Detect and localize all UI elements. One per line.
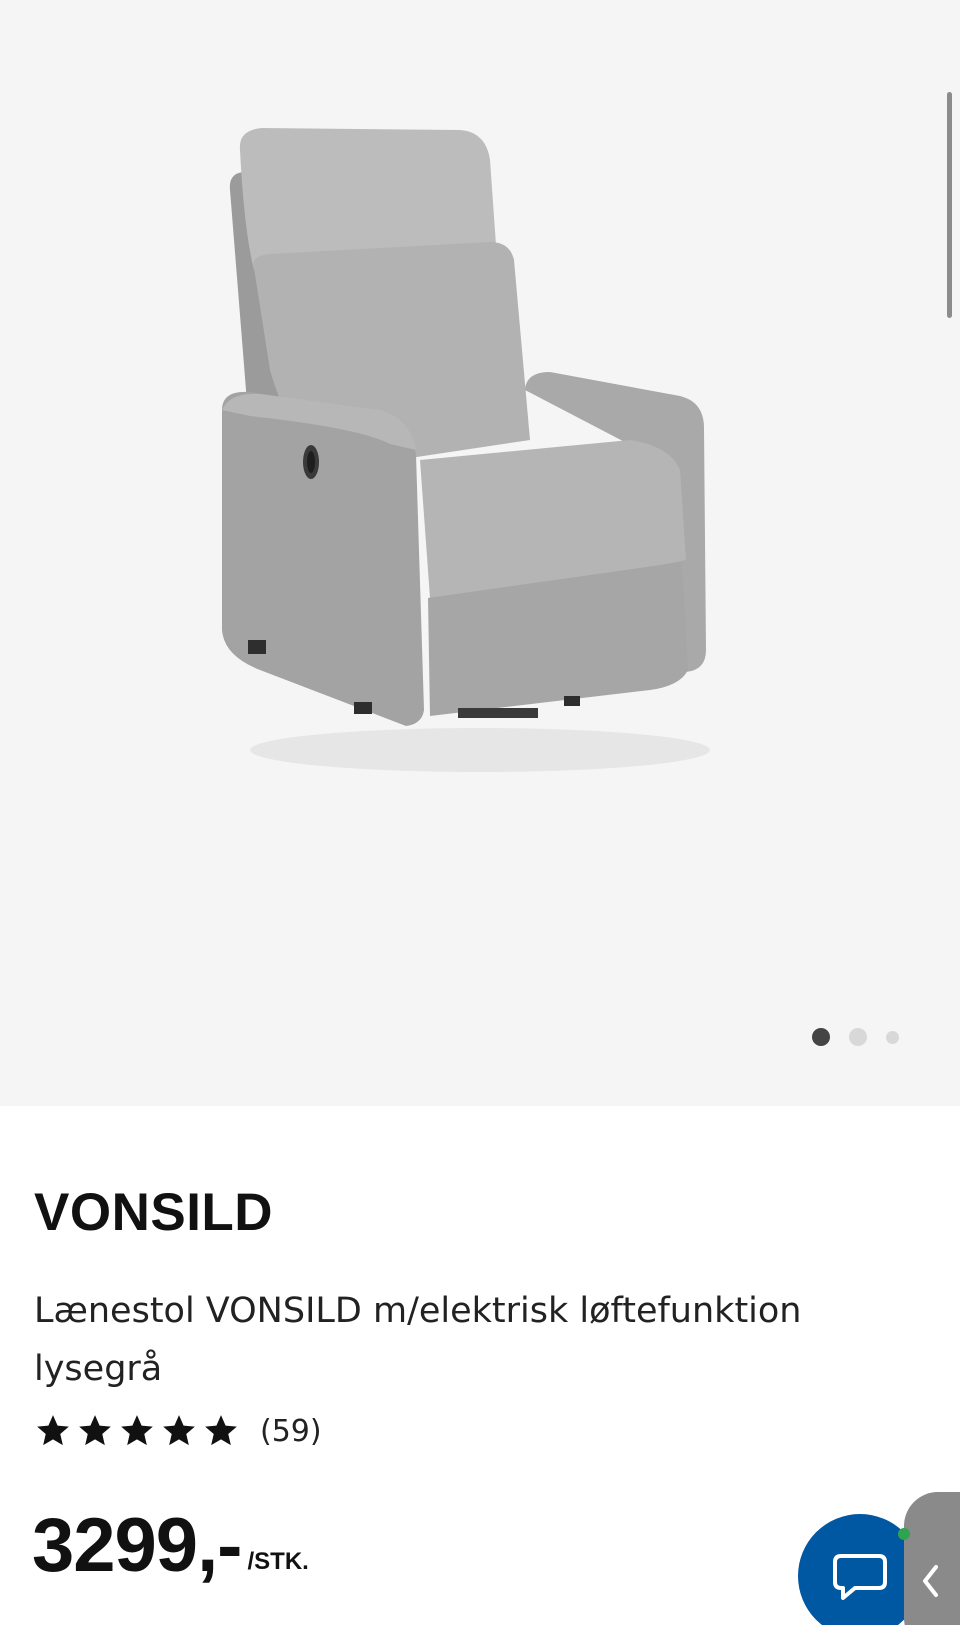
- product-gallery[interactable]: [0, 0, 960, 1106]
- product-rating[interactable]: (59): [34, 1412, 322, 1450]
- scrollbar[interactable]: [947, 92, 952, 318]
- carousel-dot-1[interactable]: [812, 1028, 830, 1046]
- carousel-dot-3[interactable]: [886, 1030, 899, 1044]
- star-icon: [79, 1415, 111, 1446]
- carousel-indicator: [812, 1028, 899, 1046]
- product-brand: VONSILD: [34, 1183, 274, 1242]
- price-unit: /STK.: [247, 1548, 309, 1575]
- product-description: Lænestol VONSILD m/elektrisk løftefunkti…: [34, 1291, 802, 1389]
- product-price: 3299,- /STK.: [32, 1508, 309, 1584]
- star-icon: [205, 1415, 237, 1446]
- online-status-dot: [898, 1528, 910, 1540]
- star-icon: [121, 1415, 153, 1446]
- star-icon: [163, 1415, 195, 1446]
- chevron-left-icon: [923, 1565, 938, 1597]
- star-icon: [37, 1415, 69, 1446]
- review-count[interactable]: (59): [260, 1414, 322, 1449]
- rating-stars: [34, 1412, 240, 1450]
- price-value: 3299,-: [32, 1503, 242, 1588]
- chat-bubble-icon: [833, 1554, 887, 1600]
- side-drawer-tab[interactable]: [904, 1492, 960, 1625]
- carousel-dot-2[interactable]: [849, 1028, 867, 1046]
- product-image: [222, 128, 710, 772]
